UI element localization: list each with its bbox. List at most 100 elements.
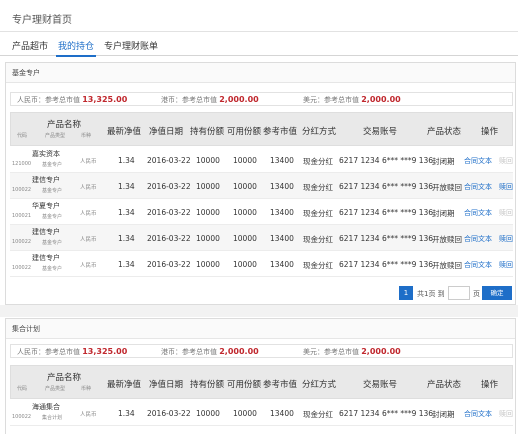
available-shares: 10000 <box>233 260 257 269</box>
contract-link[interactable]: 合同文本 <box>464 260 492 270</box>
market-value: 13400 <box>270 156 294 165</box>
nav-value: 1.34 <box>118 409 135 418</box>
pagination: 1 共1页 到 页 确定 <box>6 286 517 302</box>
nav-date: 2016-03-22 <box>147 260 191 269</box>
header-dividend: 分红方式 <box>302 380 337 390</box>
product-code: 121000 <box>12 161 32 167</box>
usd-label: 美元：参考总市值 <box>303 348 359 356</box>
dividend-method: 现金分红 <box>303 261 333 270</box>
nav-date: 2016-03-22 <box>147 409 191 418</box>
product-code: 100022 <box>12 187 32 193</box>
tab-product-market[interactable]: 产品超市 <box>12 39 48 52</box>
table-header: 产品名称 代码 产品类型 币种 最新净值 净值日期 持有份额 可用份额 参考市值… <box>10 112 513 146</box>
header-product: 产品名称 <box>47 120 82 130</box>
redeem-link: 赎回 <box>499 410 513 418</box>
trade-account: 6217 1234 6*** ***9 136 <box>339 182 434 191</box>
section-divider <box>0 305 518 317</box>
header-code: 代码 <box>17 386 28 392</box>
dividend-method: 现金分红 <box>303 410 333 419</box>
redeem-link[interactable]: 赎回 <box>499 260 513 270</box>
header-nav-date: 净值日期 <box>149 380 184 390</box>
contract-link[interactable]: 合同文本 <box>464 208 492 218</box>
product-currency: 人民币 <box>80 237 97 243</box>
product-name: 华夏专户 <box>32 202 60 210</box>
table-row: 建信专户 100022 基金专户 人民币 1.34 2016-03-22 100… <box>10 225 513 251</box>
table-row: 华夏专户 100021 基金专户 人民币 1.34 2016-03-22 100… <box>10 199 513 225</box>
redeem-link[interactable]: 赎回 <box>499 234 513 244</box>
market-value: 13400 <box>270 260 294 269</box>
redeem-link[interactable]: 赎回 <box>499 182 513 192</box>
nav-date: 2016-03-22 <box>147 156 191 165</box>
table-row: 海通集合 100022 集合计划 人民币 1.34 2016-03-22 100… <box>10 400 513 426</box>
rmb-summary: 人民币：参考总市值 13,325.00 <box>17 95 127 105</box>
header-status: 产品状态 <box>427 380 462 390</box>
trade-account: 6217 1234 6*** ***9 136 <box>339 234 434 243</box>
contract-link[interactable]: 合同文本 <box>464 409 492 419</box>
usd-value: 2,000.00 <box>361 347 401 356</box>
available-shares: 10000 <box>233 208 257 217</box>
product-name: 嘉实资本 <box>32 150 60 158</box>
header-status: 产品状态 <box>427 127 462 137</box>
product-type: 基金专户 <box>42 188 63 194</box>
product-type: 基金专户 <box>42 266 63 272</box>
product-currency: 人民币 <box>80 159 97 165</box>
product-status: 开放赎回 <box>432 183 462 192</box>
product-name: 海通集合 <box>32 403 60 411</box>
table-row: 建信专户 100022 基金专户 人民币 1.34 2016-03-22 100… <box>10 251 513 277</box>
hkd-summary: 港币：参考总市值 2,000.00 <box>161 95 259 105</box>
value-summary: 人民币：参考总市值 13,325.00 港币：参考总市值 2,000.00 美元… <box>10 344 513 358</box>
header-currency: 币种 <box>81 133 92 139</box>
hkd-label: 港币：参考总市值 <box>161 348 217 356</box>
nav-value: 1.34 <box>118 156 135 165</box>
rmb-label: 人民币：参考总市值 <box>17 96 80 104</box>
product-currency: 人民币 <box>80 263 97 269</box>
tab-statements[interactable]: 专户理财账单 <box>104 39 158 52</box>
fund-account-section: 基金专户 人民币：参考总市值 13,325.00 港币：参考总市值 2,000.… <box>5 62 516 305</box>
trade-account: 6217 1234 6*** ***9 136 <box>339 208 434 217</box>
hkd-value: 2,000.00 <box>219 347 259 356</box>
usd-value: 2,000.00 <box>361 95 401 104</box>
product-code: 100021 <box>12 213 32 219</box>
holding-shares: 10000 <box>196 156 220 165</box>
nav-value: 1.34 <box>118 182 135 191</box>
confirm-button[interactable]: 确定 <box>482 286 512 300</box>
table-header: 产品名称 代码 产品类型 币种 最新净值 净值日期 持有份额 可用份额 参考市值… <box>10 365 513 399</box>
header-code: 代码 <box>17 133 28 139</box>
pager-page-suffix: 页 <box>473 290 480 298</box>
market-value: 13400 <box>270 182 294 191</box>
market-value: 13400 <box>270 208 294 217</box>
header-market-value: 参考市值 <box>263 380 298 390</box>
contract-link[interactable]: 合同文本 <box>464 182 492 192</box>
redeem-link: 赎回 <box>499 209 513 217</box>
hkd-value: 2,000.00 <box>219 95 259 104</box>
header-market-value: 参考市值 <box>263 127 298 137</box>
product-status: 开放赎回 <box>432 261 462 270</box>
header-action: 操作 <box>481 380 499 390</box>
section-title: 基金专户 <box>6 63 515 83</box>
product-name: 建信专户 <box>32 228 60 236</box>
nav-value: 1.34 <box>118 260 135 269</box>
dividend-method: 现金分红 <box>303 209 333 218</box>
nav-date: 2016-03-22 <box>147 234 191 243</box>
page-number-button[interactable]: 1 <box>399 286 413 300</box>
tab-my-holdings[interactable]: 我的持仓 <box>58 39 94 52</box>
header-available: 可用份额 <box>227 127 262 137</box>
dividend-method: 现金分红 <box>303 235 333 244</box>
dividend-method: 现金分红 <box>303 183 333 192</box>
contract-link[interactable]: 合同文本 <box>464 234 492 244</box>
rmb-label: 人民币：参考总市值 <box>17 348 80 356</box>
rmb-summary: 人民币：参考总市值 13,325.00 <box>17 347 127 357</box>
contract-link[interactable]: 合同文本 <box>464 156 492 166</box>
usd-summary: 美元：参考总市值 2,000.00 <box>303 347 401 357</box>
holding-shares: 10000 <box>196 409 220 418</box>
available-shares: 10000 <box>233 182 257 191</box>
product-type: 基金专户 <box>42 214 63 220</box>
header-nav-date: 净值日期 <box>149 127 184 137</box>
value-summary: 人民币：参考总市值 13,325.00 港币：参考总市值 2,000.00 美元… <box>10 92 513 106</box>
available-shares: 10000 <box>233 156 257 165</box>
page-title: 专户理财首页 <box>0 0 518 32</box>
header-currency: 币种 <box>81 386 92 392</box>
page-jump-input[interactable] <box>448 286 470 300</box>
holding-shares: 10000 <box>196 234 220 243</box>
nav-date: 2016-03-22 <box>147 182 191 191</box>
